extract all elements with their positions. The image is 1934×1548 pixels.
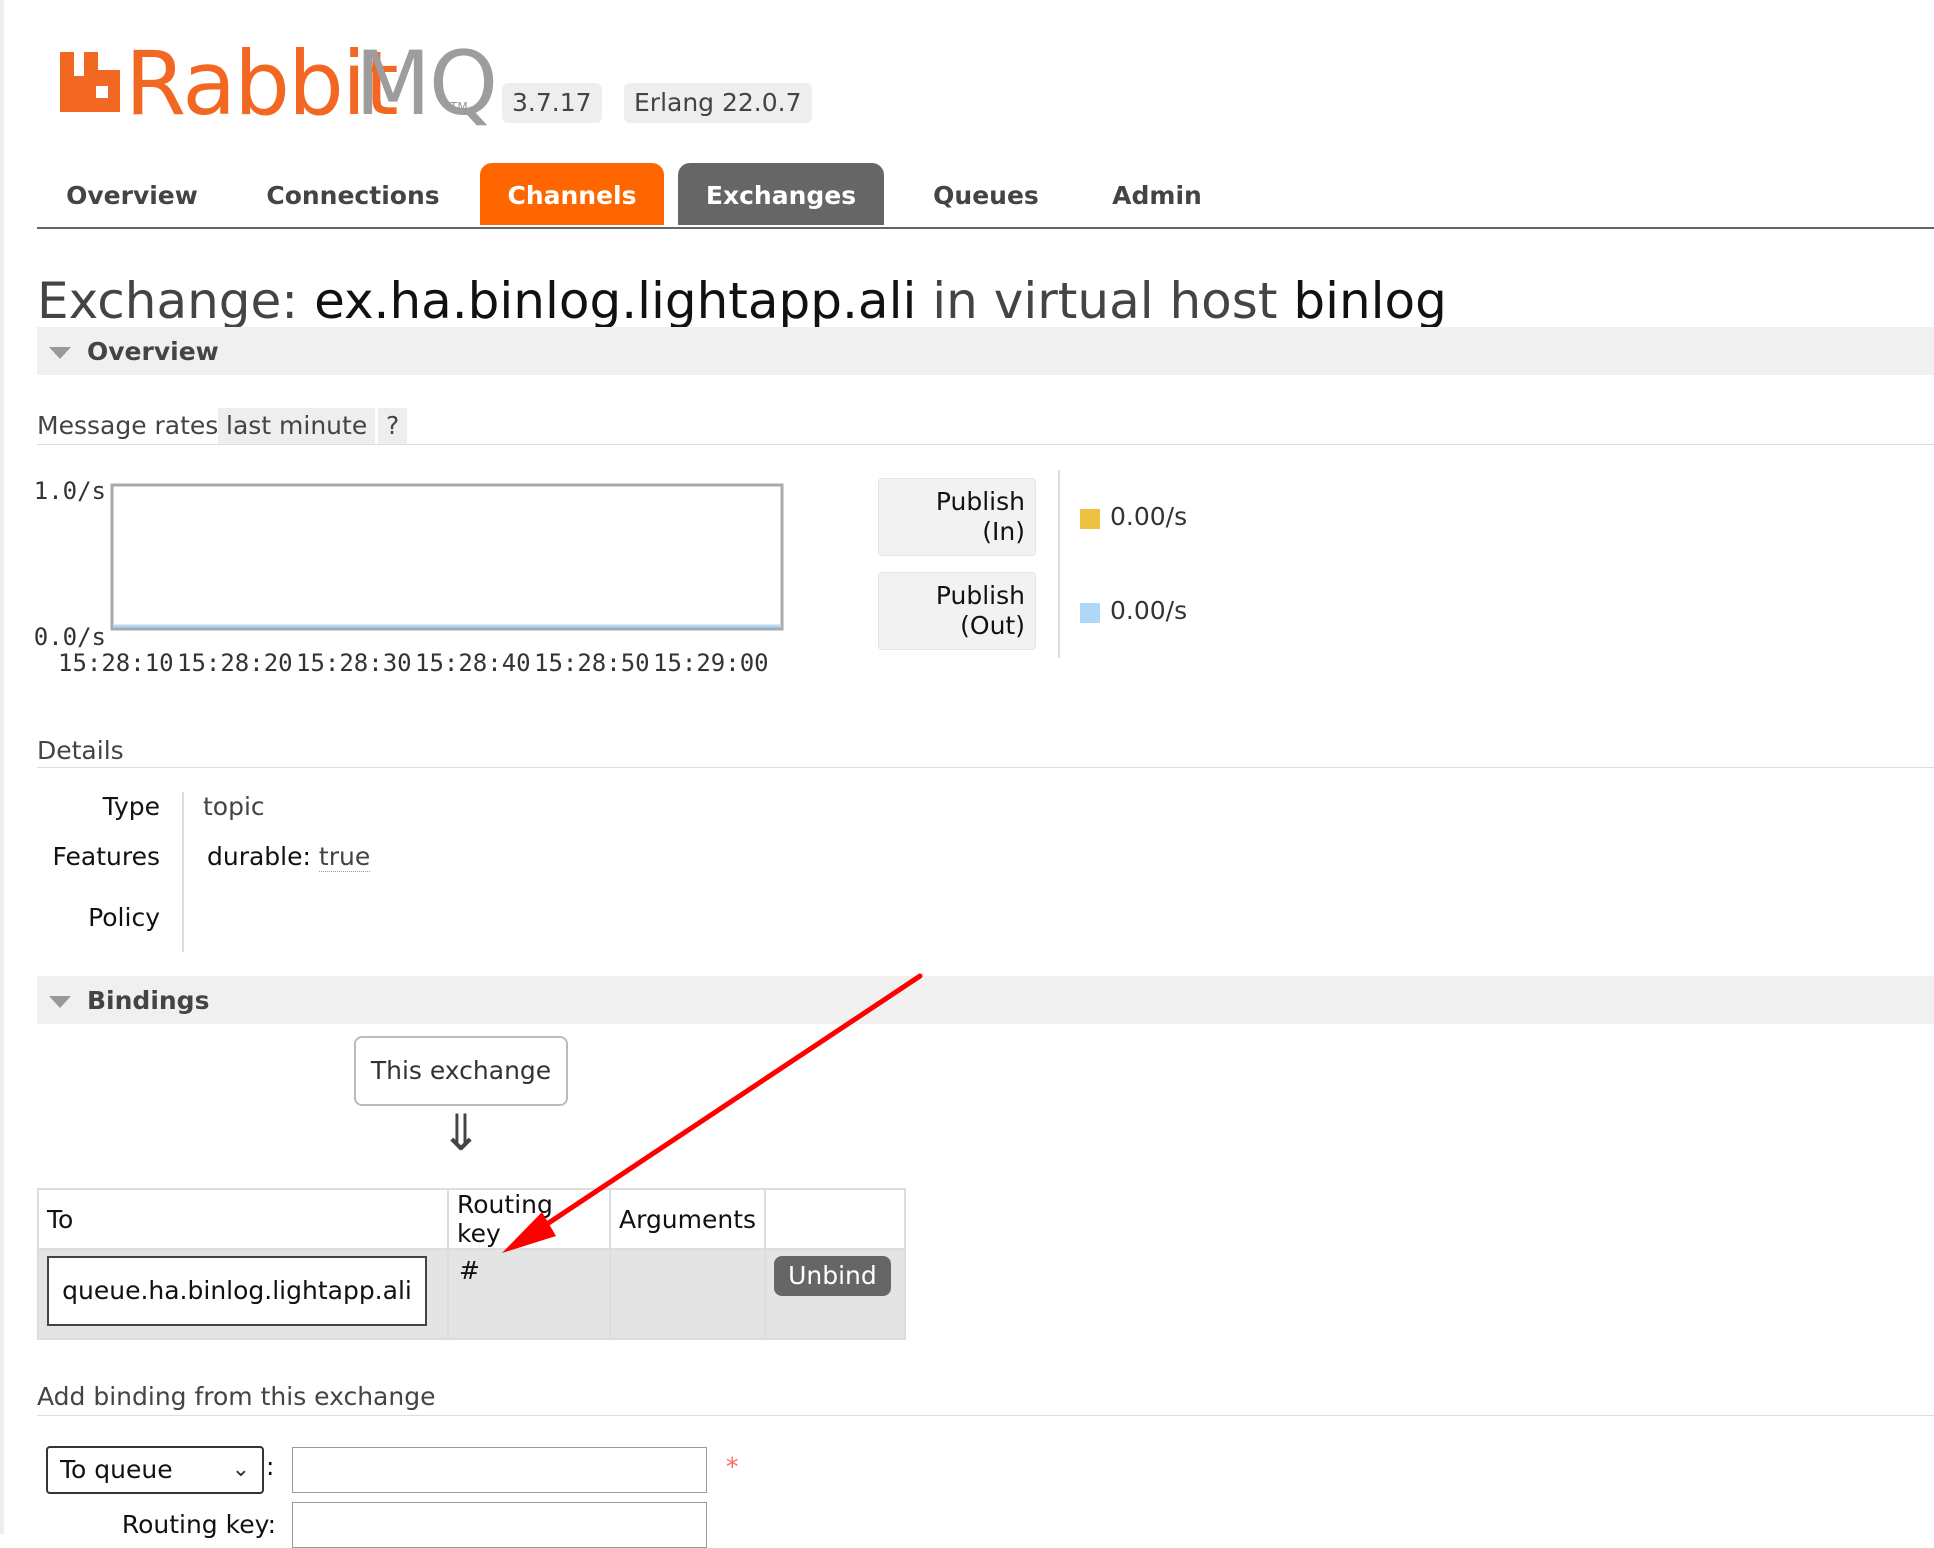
unbind-button[interactable]: Unbind	[774, 1256, 891, 1296]
chart-plot-frame	[110, 483, 784, 631]
tab-connections[interactable]: Connections	[253, 163, 453, 225]
annotation-arrow	[502, 973, 923, 1253]
feature-durable-key: durable:	[207, 842, 311, 871]
title-prefix: Exchange:	[37, 272, 299, 330]
publish-out-swatch	[1080, 603, 1100, 623]
publish-out-label-line1: Publish	[935, 581, 1025, 610]
rabbitmq-logo-icon	[60, 52, 120, 112]
destination-type-value: To queue	[60, 1455, 173, 1484]
annotation-arrow-head	[502, 1212, 556, 1253]
bindings-section-label: Bindings	[87, 986, 210, 1015]
binding-arguments-cell	[608, 1248, 767, 1340]
type-value: topic	[203, 792, 265, 821]
binding-routing-key-cell: #	[447, 1248, 611, 1340]
help-button[interactable]: ?	[378, 408, 408, 444]
tab-exchanges[interactable]: Exchanges	[678, 163, 884, 225]
x-tick-label: 15:28:30	[296, 649, 412, 675]
binding-to-cell: queue.ha.binlog.lightapp.ali	[37, 1248, 449, 1340]
version-badge: 3.7.17	[502, 83, 602, 123]
table-row: queue.ha.binlog.lightapp.ali # Unbind	[37, 1248, 907, 1340]
left-edge-shade	[0, 0, 4, 1534]
message-rates-chart: 1.0/s0.0/s15:28:10 15:28:20 15:28:30 15:28:…	[34, 477, 784, 675]
y-tick-label: 0.0/s	[34, 623, 106, 651]
features-label: Features	[52, 842, 161, 871]
column-header-to: To	[37, 1188, 449, 1250]
details-divider	[182, 792, 184, 952]
divider	[37, 1415, 1934, 1416]
overview-section-label: Overview	[87, 337, 219, 366]
x-tick-label: 15:28:40	[415, 649, 531, 675]
destination-type-select[interactable]: To queue ⌄	[46, 1446, 264, 1494]
tab-admin[interactable]: Admin	[1087, 163, 1227, 225]
rates-divider	[1058, 470, 1060, 658]
overview-section-toggle[interactable]: Overview	[37, 327, 1934, 375]
logo-text-mq: MQ	[355, 32, 498, 135]
y-tick-label: 1.0/s	[34, 477, 106, 505]
features-value: durable: true	[207, 842, 371, 872]
routing-key-label: Routing key:	[121, 1510, 276, 1539]
destination-colon: :	[266, 1452, 275, 1481]
queue-link[interactable]: queue.ha.binlog.lightapp.ali	[47, 1256, 427, 1326]
destination-name-input[interactable]	[292, 1447, 707, 1493]
x-tick-label: 15:28:50	[534, 649, 650, 675]
divider	[37, 444, 1934, 445]
publish-in-label-line1: Publish	[935, 487, 1025, 516]
page-title: Exchange: ex.ha.binlog.lightapp.ali in v…	[37, 272, 1447, 330]
x-tick-label: 15:28:20	[177, 649, 293, 675]
chevron-down-icon: ⌄	[231, 1457, 250, 1482]
publish-out-rate: 0.00/s	[1110, 596, 1188, 625]
tab-channels[interactable]: Channels	[480, 163, 664, 225]
publish-in-label-box: Publish (In)	[878, 478, 1036, 556]
type-label: Type	[102, 792, 160, 821]
routing-key-input[interactable]	[292, 1502, 707, 1548]
bindings-section-toggle[interactable]: Bindings	[37, 976, 1934, 1024]
annotation-arrow-shaft	[535, 973, 923, 1233]
policy-label: Policy	[88, 903, 160, 932]
vhost-name: binlog	[1293, 272, 1447, 330]
publish-out-label-line2: (Out)	[960, 611, 1025, 640]
tab-queues[interactable]: Queues	[910, 163, 1062, 225]
divider	[37, 767, 1934, 768]
erlang-version-badge: Erlang 22.0.7	[624, 83, 812, 123]
message-rates-label: Message rates	[37, 411, 219, 440]
add-binding-heading: Add binding from this exchange	[37, 1382, 436, 1411]
main-nav-tabs: Overview Connections Channels Exchanges …	[37, 163, 1934, 229]
exchange-name: ex.ha.binlog.lightapp.ali	[314, 272, 917, 330]
details-heading: Details	[37, 736, 124, 765]
collapse-triangle-icon	[49, 347, 71, 359]
publish-in-label-line2: (In)	[982, 517, 1025, 546]
publish-in-rate: 0.00/s	[1110, 502, 1188, 531]
title-mid: in virtual host	[932, 272, 1278, 330]
range-selector[interactable]: last minute	[218, 408, 376, 444]
required-marker: *	[726, 1452, 739, 1481]
collapse-triangle-icon	[49, 996, 71, 1008]
publish-in-swatch	[1080, 509, 1100, 529]
feature-durable-value: true	[318, 842, 371, 872]
logo-trademark: TM	[450, 100, 468, 114]
tab-overview[interactable]: Overview	[37, 163, 227, 225]
x-tick-label: 15:29:00	[653, 649, 769, 675]
binding-action-cell: Unbind	[764, 1248, 907, 1340]
x-tick-label: 15:28:10	[58, 649, 174, 675]
down-arrow-icon: ⇓	[440, 1104, 482, 1162]
publish-out-label-box: Publish (Out)	[878, 572, 1036, 650]
